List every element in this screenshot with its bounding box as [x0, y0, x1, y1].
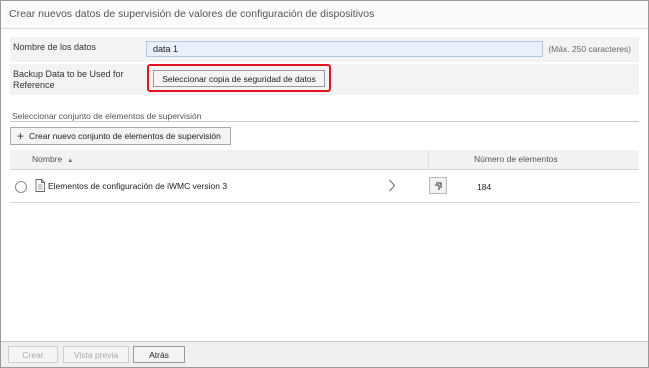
- section-divider: [10, 121, 639, 122]
- column-header-name-label: Nombre: [32, 154, 63, 164]
- dialog-title: Crear nuevos datos de supervisión de val…: [1, 1, 648, 29]
- create-monitoring-set-button[interactable]: + Crear nuevo conjunto de elementos de s…: [10, 127, 231, 145]
- chevron-right-icon[interactable]: [388, 179, 396, 194]
- column-header-name[interactable]: Nombre ▲: [32, 154, 73, 164]
- data-name-label: Nombre de los datos: [13, 42, 97, 52]
- table-header: Nombre ▲ Número de elementos: [10, 150, 639, 170]
- back-button[interactable]: Atrás: [133, 346, 185, 363]
- row-radio-button[interactable]: [15, 181, 27, 193]
- highlight-box: Seleccionar copia de seguridad de datos: [147, 64, 331, 92]
- create-button[interactable]: Crear: [8, 346, 58, 363]
- preview-button[interactable]: Vista previa: [63, 346, 129, 363]
- column-divider: [428, 150, 429, 169]
- table-row[interactable]: Elementos de configuración de iWMC versi…: [10, 170, 639, 203]
- create-monitoring-data-dialog: Crear nuevos datos de supervisión de val…: [0, 0, 649, 368]
- row-set-name: Elementos de configuración de iWMC versi…: [48, 181, 228, 191]
- plus-icon: +: [17, 129, 25, 143]
- column-header-count: Número de elementos: [474, 154, 558, 164]
- create-monitoring-set-label: Crear nuevo conjunto de elementos de sup…: [29, 131, 221, 141]
- backup-data-row: Backup Data to be Used for Reference Sel…: [10, 64, 639, 95]
- dialog-footer: Crear Vista previa Atrás: [1, 341, 648, 367]
- open-details-icon: [435, 182, 442, 190]
- section-label-monitoring-set: Seleccionar conjunto de elementos de sup…: [12, 111, 202, 121]
- data-name-input[interactable]: [146, 41, 543, 57]
- sort-ascending-icon: ▲: [67, 158, 74, 164]
- document-icon: [35, 179, 45, 194]
- select-backup-button[interactable]: Seleccionar copia de seguridad de datos: [153, 70, 325, 87]
- open-details-button[interactable]: [429, 177, 447, 194]
- row-element-count: 184: [477, 182, 492, 192]
- data-name-row: Nombre de los datos (Máx. 250 caracteres…: [10, 37, 639, 62]
- max-length-hint: (Máx. 250 caracteres): [548, 44, 631, 54]
- backup-data-label: Backup Data to be Used for Reference: [13, 69, 124, 90]
